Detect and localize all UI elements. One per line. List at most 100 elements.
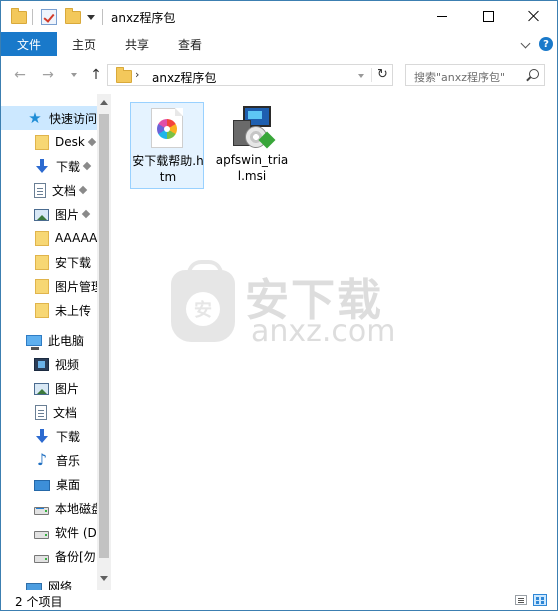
htm-file-icon (151, 108, 183, 148)
watermark-text-en: anxz.com (251, 314, 396, 349)
network-icon (26, 583, 42, 590)
sidebar-item-label: 备份[勿 (55, 549, 96, 564)
sidebar-item-picture-manager[interactable]: 图片管理 (1, 274, 97, 298)
expand-ribbon-chevron-icon[interactable] (520, 38, 531, 49)
pin-icon (82, 161, 92, 171)
sidebar-item-label: 此电脑 (48, 333, 85, 348)
sidebar-scrollbar[interactable] (97, 94, 111, 590)
sidebar-item-label: 图片管理 (55, 279, 97, 294)
up-button[interactable]: ↑ (87, 66, 105, 84)
sidebar-item-network[interactable]: 网络 (1, 574, 97, 590)
sidebar-item-pictures-pc[interactable]: 图片 (1, 376, 97, 400)
sidebar-item-backup-drive[interactable]: 备份[勿 (1, 544, 97, 568)
search-placeholder: 搜索"anxz程序包" (414, 71, 506, 84)
file-item-htm[interactable]: 安下载帮助.htm (130, 102, 204, 189)
picture-icon (34, 209, 49, 221)
address-bar[interactable]: › anxz程序包 ↻ (107, 64, 393, 86)
back-button[interactable]: ← (11, 66, 29, 84)
toolbar-divider (32, 9, 33, 25)
drive-icon (34, 555, 49, 563)
video-icon (34, 358, 49, 371)
new-folder-icon[interactable] (65, 7, 81, 26)
breadcrumb-separator[interactable]: › (135, 68, 139, 81)
sidebar-item-desktop-pc[interactable]: 桌面 (1, 472, 97, 496)
quick-access-folder-icon[interactable] (11, 7, 27, 26)
download-icon (34, 158, 50, 174)
download-icon (34, 428, 50, 444)
scroll-down-arrow-icon[interactable] (100, 576, 108, 581)
properties-icon[interactable] (41, 8, 57, 26)
search-icon (529, 69, 539, 79)
file-list[interactable]: 安下载帮助.htm apfswin_trial.msi 安 安下载 anxz.c… (111, 94, 557, 590)
sidebar-item-this-pc[interactable]: 此电脑 (1, 328, 97, 352)
tab-view[interactable]: 查看 (178, 32, 202, 56)
sidebar-item-label: 网络 (48, 579, 73, 591)
folder-icon (35, 230, 49, 246)
sidebar-item-not-uploaded[interactable]: 未上传 (1, 298, 97, 322)
scrollbar-thumb[interactable] (99, 114, 109, 558)
sidebar-item-videos[interactable]: 视频 (1, 352, 97, 376)
sidebar-item-label: 未上传 (55, 303, 92, 318)
chevron-down-icon (71, 73, 77, 77)
help-icon[interactable]: ? (539, 37, 553, 51)
sidebar-item-label: 本地磁盘 (55, 501, 97, 516)
large-icons-view-icon[interactable] (533, 594, 547, 606)
sidebar-item-documents-pc[interactable]: 文档 (1, 400, 97, 424)
maximize-button[interactable] (465, 1, 511, 31)
status-bar: 2 个项目 (1, 590, 557, 610)
minimize-button[interactable] (419, 1, 465, 31)
customize-toolbar-chevron-icon[interactable] (87, 8, 95, 26)
search-input[interactable]: 搜索"anxz程序包" (405, 64, 545, 86)
sidebar-item-quick-access[interactable]: ★ 快速访问 (1, 106, 97, 130)
forward-button[interactable]: → (39, 66, 57, 84)
pin-icon (87, 137, 97, 147)
shopping-bag-icon: 安 (171, 260, 235, 342)
item-count: 2 个项目 (15, 595, 63, 609)
sidebar-item-downloads-pc[interactable]: 下载 (1, 424, 97, 448)
sidebar-item-label: 安下载 (55, 255, 92, 270)
sidebar-item-label: Desk (55, 135, 85, 149)
file-item-msi[interactable]: apfswin_trial.msi (215, 102, 289, 189)
sidebar-item-anxz[interactable]: 安下载 (1, 250, 97, 274)
sidebar-item-downloads[interactable]: 下载 (1, 154, 97, 178)
sidebar-item-aaaaa[interactable]: AAAAA (1, 226, 97, 250)
close-icon (528, 10, 540, 22)
watermark-logo: 安 安下载 anxz.com (171, 260, 511, 354)
sidebar-item-desktop[interactable]: Desk (1, 130, 97, 154)
pin-icon (81, 209, 91, 219)
drive-icon (34, 531, 49, 539)
pin-icon (78, 185, 88, 195)
sidebar-item-label: 视频 (55, 357, 80, 372)
title-bar: anxz程序包 (1, 1, 557, 32)
sidebar-item-pictures[interactable]: 图片 (1, 202, 97, 226)
computer-icon (26, 335, 42, 350)
tab-home[interactable]: 主页 (72, 32, 96, 56)
sidebar-item-music[interactable]: ♪ 音乐 (1, 448, 97, 472)
address-history-chevron-icon[interactable] (358, 74, 364, 78)
msi-installer-icon (231, 106, 276, 150)
details-view-icon[interactable] (515, 595, 527, 605)
sidebar-item-documents[interactable]: 文档 (1, 178, 97, 202)
sidebar-item-local-disk[interactable]: 本地磁盘 (1, 496, 97, 520)
scroll-up-arrow-icon[interactable] (100, 100, 108, 105)
navigation-pane: ★ 快速访问 Desk 下载 文档 图片 AAAAA 安下载 图片管 未上传 此… (1, 94, 111, 590)
breadcrumb-current[interactable]: anxz程序包 (152, 69, 216, 86)
folder-icon (35, 278, 49, 294)
desktop-icon (34, 479, 50, 491)
watermark-badge: 安 (186, 292, 220, 326)
toolbar-divider (102, 9, 103, 25)
maximize-icon (482, 10, 494, 22)
window-title: anxz程序包 (111, 11, 176, 25)
sidebar-item-label: 桌面 (56, 477, 81, 492)
tab-file[interactable]: 文件 (1, 32, 57, 56)
picture-icon (34, 383, 49, 395)
sidebar-item-label: 快速访问 (49, 111, 97, 126)
address-divider (371, 68, 372, 82)
refresh-button[interactable]: ↻ (377, 67, 388, 82)
sidebar-item-label: 图片 (55, 381, 80, 396)
folder-icon (116, 67, 132, 83)
sidebar-item-software-drive[interactable]: 软件 (D (1, 520, 97, 544)
recent-locations-button[interactable] (65, 66, 83, 84)
close-button[interactable] (511, 1, 557, 31)
tab-share[interactable]: 共享 (125, 32, 149, 56)
